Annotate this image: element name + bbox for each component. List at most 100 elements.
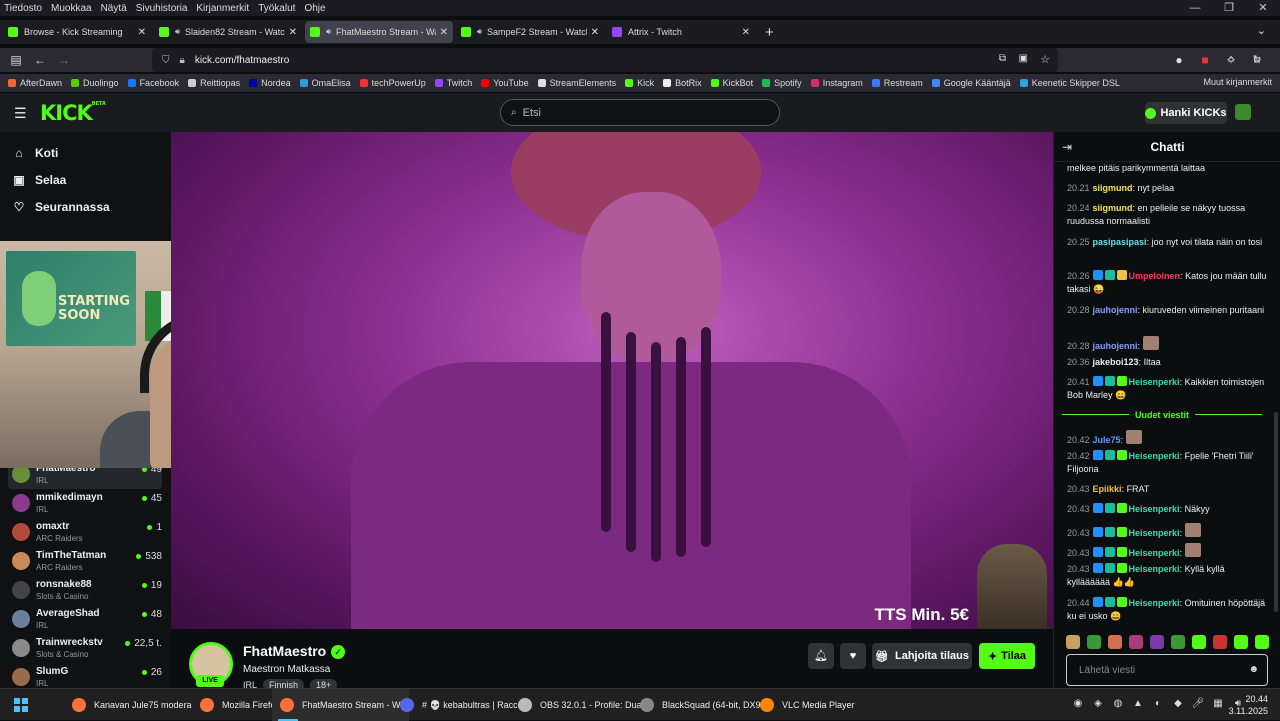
emote[interactable] <box>1171 635 1185 649</box>
emote[interactable] <box>1066 635 1080 649</box>
tray-icon[interactable]: ▲ <box>1128 698 1148 709</box>
chat-username[interactable]: Heisenperki <box>1129 598 1180 608</box>
bookmark-star-icon[interactable]: ☆ <box>1040 53 1050 66</box>
account-icon[interactable]: ● <box>1166 53 1192 67</box>
bookmark-item[interactable]: StreamElements <box>537 78 616 88</box>
new-tab-button[interactable]: + <box>765 24 774 41</box>
emote[interactable] <box>1192 635 1206 649</box>
tray-icon[interactable]: ◈ <box>1088 698 1108 709</box>
chat-username[interactable]: Heisenperki <box>1129 528 1180 538</box>
discord-tray-icon[interactable]: ◐ <box>1148 698 1168 709</box>
close-tab-icon[interactable]: ✕ <box>440 27 448 38</box>
bookmark-item[interactable]: YouTube <box>481 78 529 88</box>
close-window-button[interactable]: ✕ <box>1246 0 1280 16</box>
browser-tab[interactable]: 🔊︎ FhatMaestro Stream - Watch ✕ <box>305 21 453 43</box>
taskbar-app[interactable]: Kanavan Jule75 modera <box>64 689 200 721</box>
extension-icon[interactable]: ■ <box>1192 53 1218 67</box>
shield-icon[interactable]: ⛉ <box>162 55 170 66</box>
bookmark-item[interactable]: Keenetic Skipper DSL <box>1019 78 1120 88</box>
menu-item-kirjanmerkit[interactable]: Kirjanmerkit <box>196 3 249 14</box>
bookmark-item[interactable]: Restream <box>871 78 923 88</box>
chat-username[interactable]: jauhojenni <box>1093 305 1138 315</box>
taskbar-app[interactable]: VLC Media Player <box>752 689 863 721</box>
bookmark-item[interactable]: Nordea <box>249 78 291 88</box>
sidebar-nav-seurannassa[interactable]: ♡ Seurannassa <box>12 200 110 214</box>
followed-channel[interactable]: AverageShad IRL 48 <box>8 606 162 634</box>
bookmark-item[interactable]: Instagram <box>810 78 863 88</box>
bookmark-item[interactable]: Kick <box>625 78 654 88</box>
tray-icon[interactable]: ◆ <box>1168 698 1188 709</box>
steam-tray-icon[interactable]: ◍ <box>1108 698 1128 709</box>
browser-tab[interactable]: 🔊︎ SampeF2 Stream - Watch Live ✕ <box>456 21 604 43</box>
chat-username[interactable]: Heisenperki <box>1129 504 1180 514</box>
followed-channel[interactable]: ronsnake88 Slots & Casino 19 <box>8 577 162 605</box>
menu-item-ohje[interactable]: Ohje <box>304 3 325 14</box>
emote[interactable] <box>1108 635 1122 649</box>
close-tab-icon[interactable]: ✕ <box>591 27 599 38</box>
emote[interactable] <box>1087 635 1101 649</box>
emote[interactable] <box>1150 635 1164 649</box>
chat-input[interactable]: Lähetä viesti ☻ <box>1066 654 1268 686</box>
bookmark-item[interactable]: Facebook <box>127 78 179 88</box>
followed-channel[interactable]: omaxtr ARC Raiders 1 <box>8 519 162 547</box>
lock-icon[interactable]: 🔒︎ <box>180 55 185 66</box>
menu-item-työkalut[interactable]: Työkalut <box>258 3 295 14</box>
close-tab-icon[interactable]: ✕ <box>289 27 297 38</box>
bookmark-item[interactable]: techPowerUp <box>359 78 426 88</box>
emote[interactable] <box>1255 635 1269 649</box>
sidebar-icon[interactable]: ▤ <box>4 53 28 67</box>
bookmark-item[interactable]: KickBot <box>710 78 753 88</box>
menu-item-sivuhistoria[interactable]: Sivuhistoria <box>136 3 188 14</box>
chat-username[interactable]: Epiikki <box>1093 484 1122 494</box>
menu-item-näytä[interactable]: Näytä <box>101 3 127 14</box>
followed-channel[interactable]: TimTheTatman ARC Raiders 538 <box>8 548 162 576</box>
hamburger-menu-icon[interactable]: ☰ <box>14 105 27 122</box>
streamer-name[interactable]: FhatMaestro <box>243 643 326 659</box>
user-avatar[interactable] <box>1235 104 1251 120</box>
gift-subscription-button[interactable]: 🎁︎ Lahjoita tilaus <box>872 643 972 669</box>
browser-tab[interactable]: Browse - Kick Streaming ✕ <box>3 21 151 43</box>
kick-logo[interactable]: KICKBETA <box>40 101 106 125</box>
chat-username[interactable]: siigmund <box>1093 203 1133 213</box>
sidebar-nav-koti[interactable]: ⌂ Koti <box>12 146 58 160</box>
emote[interactable] <box>1213 635 1227 649</box>
chat-username[interactable]: Heisenperki <box>1129 377 1180 387</box>
video-player[interactable]: TTS Min. 5€ <box>171 132 1053 629</box>
maximize-button[interactable]: ❐ <box>1212 0 1246 16</box>
browser-tab[interactable]: Attrix - Twitch ✕ <box>607 21 755 43</box>
notification-bell-button[interactable]: 🔔︎ <box>808 643 834 669</box>
bookmark-item[interactable]: Twitch <box>434 78 472 88</box>
close-tab-icon[interactable]: ✕ <box>742 27 750 38</box>
network-icon[interactable]: ▦ <box>1208 698 1228 709</box>
list-tabs-icon[interactable]: ⌄ <box>1257 24 1266 37</box>
chat-username[interactable]: Heisenperki <box>1129 564 1180 574</box>
sidebar-nav-selaa[interactable]: ▣ Selaa <box>12 173 66 187</box>
close-tab-icon[interactable]: ✕ <box>138 27 146 38</box>
emote[interactable] <box>1129 635 1143 649</box>
bookmark-item[interactable]: OmaElisa <box>299 78 351 88</box>
subscribe-button[interactable]: ✦ Tilaa <box>979 643 1035 669</box>
follow-heart-button[interactable]: ♥ <box>840 643 866 669</box>
followed-channel[interactable]: mmikedimayn IRL 45 <box>8 490 162 518</box>
menu-item-muokkaa[interactable]: Muokkaa <box>51 3 92 14</box>
windows-start-icon[interactable] <box>14 698 28 712</box>
speaker-icon[interactable]: 🔊︎ <box>326 27 331 37</box>
emote[interactable] <box>1234 635 1248 649</box>
speaker-icon[interactable]: 🔊︎ <box>175 27 180 37</box>
microphone-icon[interactable]: 🎤︎ <box>1188 698 1208 709</box>
url-bar[interactable]: ⛉ 🔒︎ kick.com/fhatmaestro ☆ ▣ ⧉ <box>152 48 1058 72</box>
emoji-picker-icon[interactable]: ☻ <box>1248 664 1259 675</box>
speaker-icon[interactable]: 🔊︎ <box>477 27 482 37</box>
chat-username[interactable]: siigmund <box>1093 183 1133 193</box>
other-bookmarks[interactable]: Muut kirjanmerkit <box>1203 77 1272 87</box>
menu-item-tiedosto[interactable]: Tiedosto <box>4 3 42 14</box>
followed-channel[interactable]: Trainwreckstv Slots & Casino 22,5 t. <box>8 635 162 663</box>
bookmark-item[interactable]: BotRix <box>663 78 702 88</box>
taskbar-app[interactable]: BlackSquad (64-bit, DX9 <box>632 689 769 721</box>
chat-username[interactable]: Heisenperki <box>1129 451 1180 461</box>
browser-tab[interactable]: 🔊︎ Slaiden82 Stream - Watch Live ✕ <box>154 21 302 43</box>
taskbar-app[interactable]: OBS 32.0.1 - Profile: Dua <box>510 689 650 721</box>
minimize-button[interactable]: — <box>1178 0 1212 16</box>
clock[interactable]: 20.44 3.11.2025 <box>1229 693 1268 717</box>
bookmark-item[interactable]: Reittiopas <box>188 78 240 88</box>
